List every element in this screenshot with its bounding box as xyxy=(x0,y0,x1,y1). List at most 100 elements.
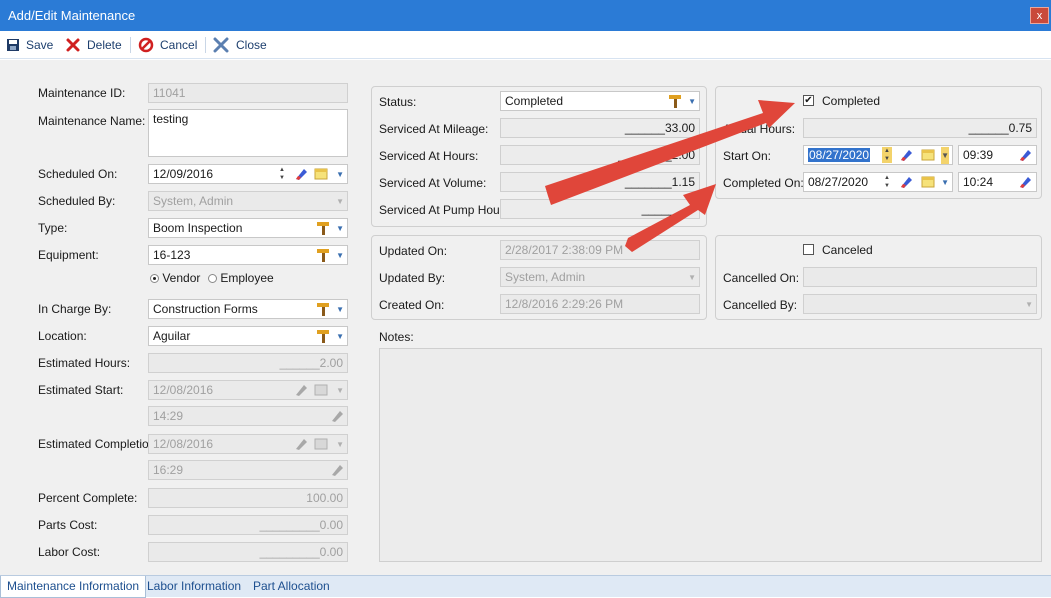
chevron-down-icon[interactable]: ▼ xyxy=(336,301,344,318)
save-button[interactable]: Save xyxy=(6,36,53,54)
percent-complete-label: Percent Complete: xyxy=(38,491,138,505)
spin-updown-icon[interactable]: ▲ ▼ xyxy=(882,147,892,163)
serviced-pump-hours-field[interactable]: _______0 xyxy=(500,199,700,219)
estimated-hours-value: 2.00 xyxy=(319,356,343,370)
calendar-icon[interactable] xyxy=(920,147,936,163)
chevron-down-icon: ▼ xyxy=(336,440,344,449)
parts-cost-value: 0.00 xyxy=(319,518,343,532)
maintenance-name-field[interactable]: testing xyxy=(148,109,348,157)
start-on-date-field[interactable]: 08/27/2020 ▲ ▼ ▼ xyxy=(803,145,953,165)
status-label: Status: xyxy=(379,95,417,109)
calendar-icon xyxy=(314,384,328,396)
close-button[interactable]: Close xyxy=(212,36,267,54)
eraser-icon xyxy=(296,439,307,450)
location-label: Location: xyxy=(38,329,87,343)
updated-on-field: 2/28/2017 2:38:09 PM xyxy=(500,240,700,260)
serviced-pump-hours-value: 0 xyxy=(688,202,695,216)
spin-updown-icon[interactable]: ▲ ▼ xyxy=(277,166,287,182)
created-on-label: Created On: xyxy=(379,298,445,312)
serviced-hours-underline: ________ xyxy=(618,148,672,162)
chevron-down-icon[interactable]: ▼ xyxy=(336,166,344,183)
employee-label: Employee xyxy=(220,271,274,285)
actual-hours-value: 0.75 xyxy=(1008,121,1032,135)
vendor-label: Vendor xyxy=(162,271,201,285)
window-title: Add/Edit Maintenance xyxy=(8,8,136,23)
tab-part-allocation[interactable]: Part Allocation xyxy=(247,576,336,598)
serviced-mileage-underline: ______ xyxy=(624,121,665,135)
tab-maintenance-information[interactable]: Maintenance Information xyxy=(0,576,147,598)
start-on-time-field[interactable]: 09:39 xyxy=(958,145,1037,165)
estimated-hours-underline: ______ xyxy=(279,356,320,370)
completed-on-label: Completed On: xyxy=(723,176,804,190)
completed-on-date: 08/27/2020 xyxy=(808,175,869,189)
tools-icon[interactable] xyxy=(315,220,331,236)
tab-labor-information[interactable]: Labor Information xyxy=(141,576,247,598)
tools-icon[interactable] xyxy=(315,247,331,263)
serviced-volume-field[interactable]: _______1.15 xyxy=(500,172,700,192)
tools-icon[interactable] xyxy=(315,328,331,344)
eraser-icon[interactable] xyxy=(898,174,914,190)
type-select[interactable]: Boom Inspection ▼ xyxy=(148,218,348,238)
eraser-icon[interactable] xyxy=(293,166,309,182)
chevron-down-icon[interactable]: ▼ xyxy=(336,220,344,237)
tools-icon[interactable] xyxy=(667,93,683,109)
estimated-start-date: 12/08/2016 xyxy=(153,383,214,397)
save-icon xyxy=(7,39,19,51)
completed-on-date-field[interactable]: 08/27/2020 ▲ ▼ ▼ xyxy=(803,172,953,192)
parts-cost-underline: _________ xyxy=(259,518,320,532)
location-select[interactable]: Aguilar ▼ xyxy=(148,326,348,346)
completed-label: Completed xyxy=(822,94,881,108)
radio-unselected-icon[interactable] xyxy=(208,274,217,283)
vendor-radio[interactable]: Vendor xyxy=(150,271,200,285)
chevron-down-icon[interactable]: ▼ xyxy=(941,174,949,191)
calendar-icon[interactable] xyxy=(313,166,329,182)
chevron-down-icon[interactable]: ▼ xyxy=(941,147,949,164)
equipment-select[interactable]: 16-123 ▼ xyxy=(148,245,348,265)
chevron-down-icon: ▼ xyxy=(336,386,344,395)
updated-by-value: System, Admin xyxy=(505,270,586,284)
employee-radio[interactable]: Employee xyxy=(208,271,274,285)
created-on-field: 12/8/2016 2:29:26 PM xyxy=(500,294,700,314)
toolbar-separator xyxy=(130,37,131,53)
completed-on-time: 10:24 xyxy=(963,175,994,189)
eraser-icon[interactable] xyxy=(898,147,914,163)
estimated-completion-label: Estimated Completion: xyxy=(38,437,159,451)
in-charge-select[interactable]: Construction Forms ▼ xyxy=(148,299,348,319)
chevron-down-icon[interactable]: ▼ xyxy=(336,328,344,345)
window-close-button[interactable]: x xyxy=(1030,7,1049,24)
completed-checkbox[interactable]: ✔ xyxy=(803,95,814,106)
updated-by-field: System, Admin ▼ xyxy=(500,267,700,287)
eraser-icon[interactable] xyxy=(1017,147,1033,163)
canceled-checkbox[interactable] xyxy=(803,244,814,255)
actual-hours-field[interactable]: ______0.75 xyxy=(803,118,1037,138)
radio-selected-icon[interactable] xyxy=(150,274,159,283)
equipment-value: 16-123 xyxy=(153,248,191,262)
type-label: Type: xyxy=(38,221,68,235)
calendar-icon[interactable] xyxy=(920,174,936,190)
save-label: Save xyxy=(26,38,54,52)
notes-field[interactable] xyxy=(379,348,1042,562)
maintenance-name-label: Maintenance Name: xyxy=(38,114,146,128)
completed-on-time-field[interactable]: 10:24 xyxy=(958,172,1037,192)
serviced-hours-field[interactable]: ________2.00 xyxy=(500,145,700,165)
serviced-hours-value: 2.00 xyxy=(671,148,695,162)
chevron-down-icon[interactable]: ▼ xyxy=(688,93,696,110)
spin-updown-icon[interactable]: ▲ ▼ xyxy=(882,174,892,190)
labor-cost-field: _________0.00 xyxy=(148,542,348,562)
close-icon xyxy=(213,37,229,53)
percent-complete-field: 100.00 xyxy=(148,488,348,508)
scheduled-on-field[interactable]: 12/09/2016 ▲ ▼ ▼ xyxy=(148,164,348,184)
status-value: Completed xyxy=(505,94,564,108)
actual-hours-label: Actual Hours: xyxy=(723,122,796,136)
delete-button[interactable]: Delete xyxy=(65,36,122,54)
eraser-icon[interactable] xyxy=(1017,174,1033,190)
serviced-mileage-field[interactable]: ______33.00 xyxy=(500,118,700,138)
chevron-down-icon[interactable]: ▼ xyxy=(336,247,344,264)
cancel-icon xyxy=(138,37,154,53)
status-select[interactable]: Completed ▼ xyxy=(500,91,700,111)
cancel-button[interactable]: Cancel xyxy=(138,36,197,54)
serviced-pump-hours-underline: _______ xyxy=(641,202,689,216)
estimated-completion-date: 12/08/2016 xyxy=(153,437,214,451)
tools-icon[interactable] xyxy=(315,301,331,317)
serviced-hours-label: Serviced At Hours: xyxy=(379,149,479,163)
